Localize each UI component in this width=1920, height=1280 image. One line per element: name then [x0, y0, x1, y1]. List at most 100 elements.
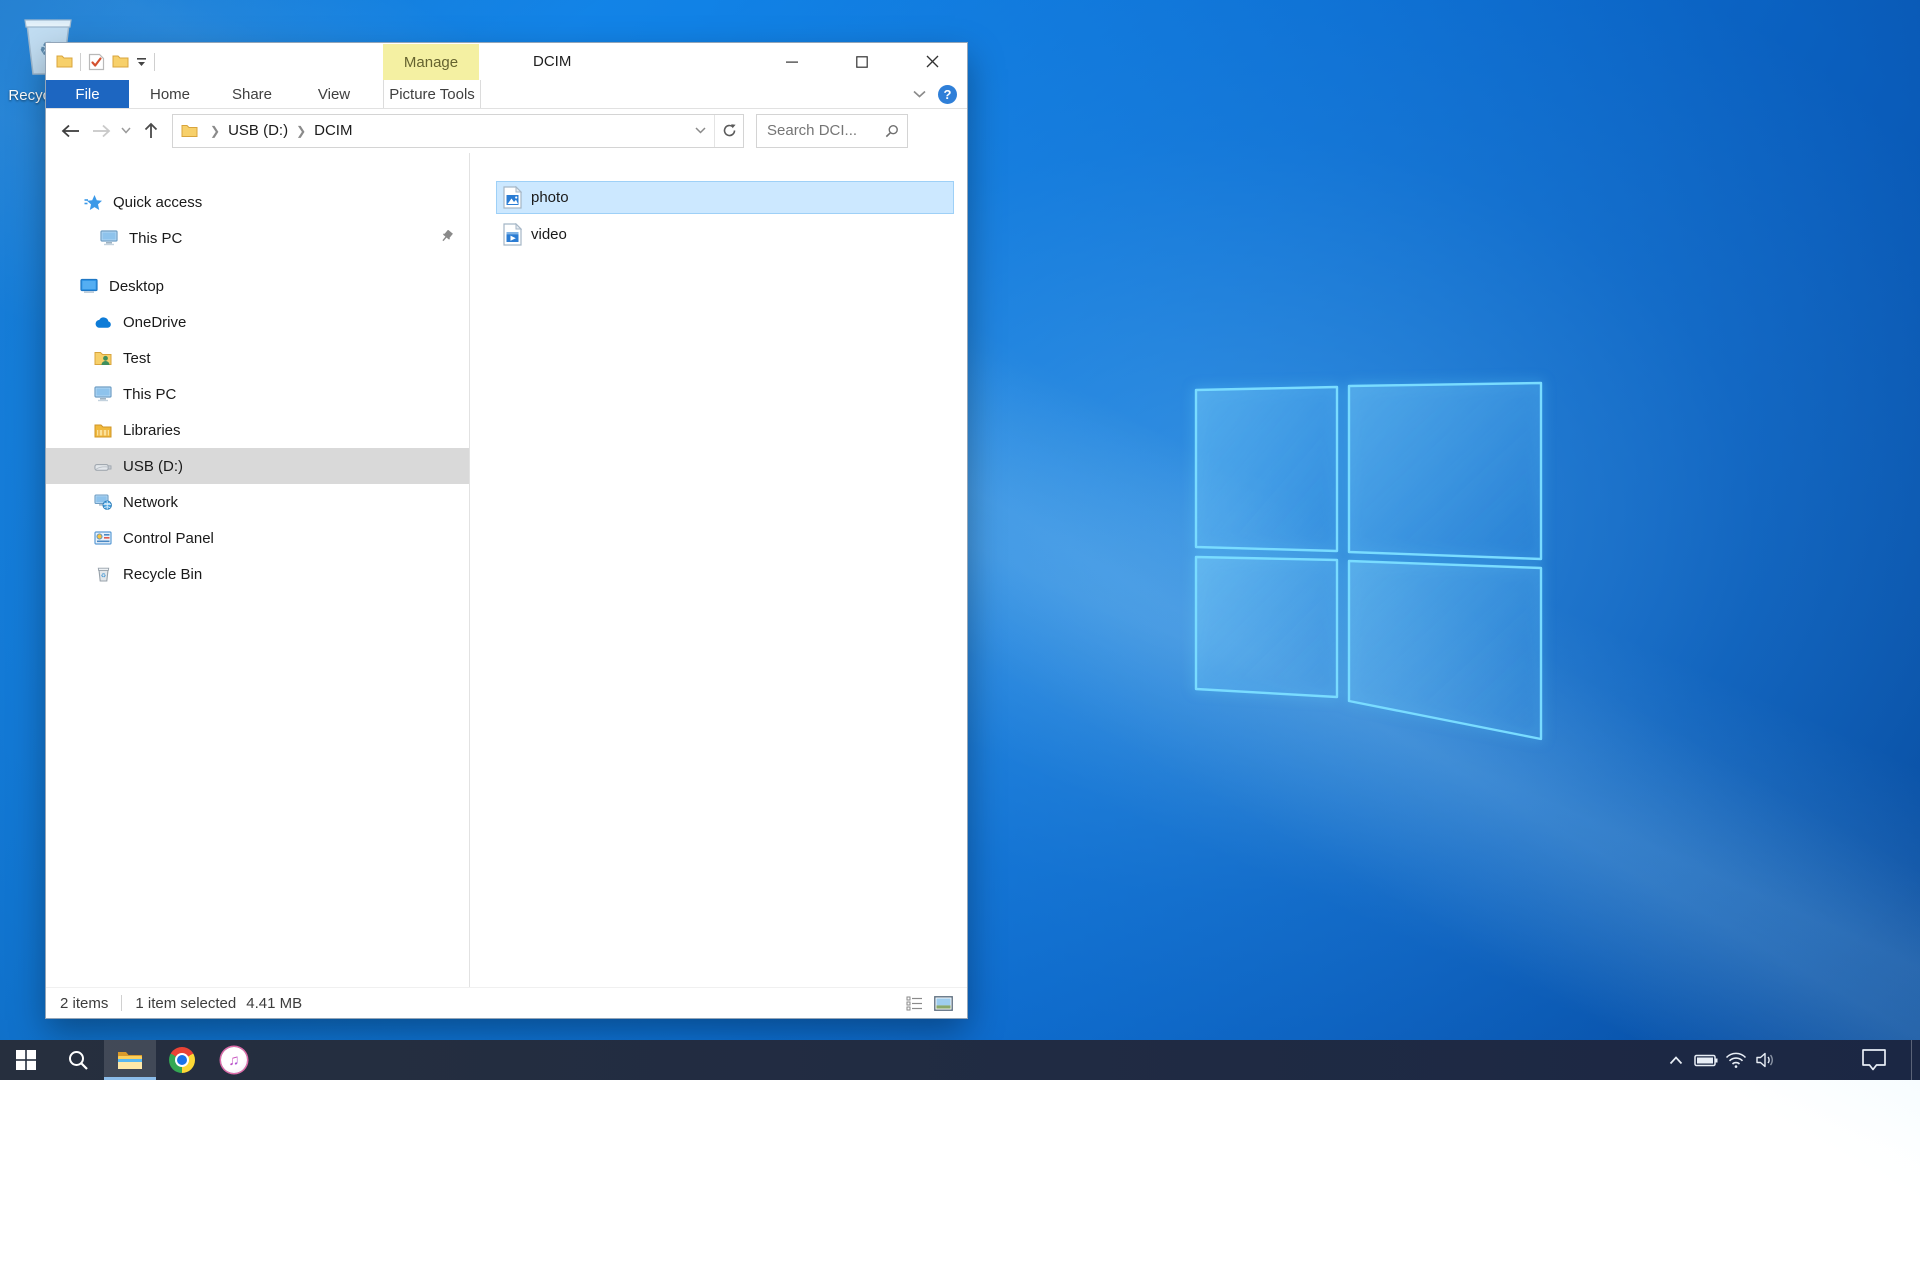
status-item-count: 2 items — [60, 995, 108, 1012]
address-dropdown-button[interactable] — [686, 115, 714, 147]
tab-share[interactable]: Share — [211, 80, 293, 108]
window-title: DCIM — [533, 43, 571, 80]
breadcrumb-folder[interactable]: DCIM — [314, 122, 352, 139]
sidebar-item-quick-access[interactable]: Quick access — [46, 184, 469, 220]
music-note-glyph: ♫ — [228, 1052, 239, 1069]
cloud-icon — [94, 313, 112, 331]
large-thumbnails-view-icon — [934, 996, 953, 1011]
taskbar-file-explorer-button[interactable] — [104, 1040, 156, 1080]
large-thumbnails-view-button[interactable] — [933, 993, 953, 1013]
breadcrumb-chevron-2: ❯ — [288, 124, 314, 138]
sidebar-item-recycle-bin[interactable]: ♻ Recycle Bin — [46, 556, 469, 592]
quick-access-star-icon — [84, 193, 102, 211]
file-name: photo — [531, 189, 569, 206]
monitor-icon — [94, 385, 112, 403]
taskbar-itunes-button[interactable]: ♫ — [208, 1040, 260, 1080]
chevron-up-icon — [1669, 1056, 1683, 1065]
tray-battery-button[interactable] — [1691, 1040, 1721, 1080]
taskbar-chrome-button[interactable] — [156, 1040, 208, 1080]
title-bar[interactable]: Manage DCIM — [46, 43, 967, 80]
address-dropdown-chevron-icon — [695, 127, 706, 134]
file-list-pane[interactable]: photo video — [470, 153, 967, 987]
tab-home[interactable]: Home — [129, 80, 211, 108]
quick-access-toolbar — [56, 43, 155, 80]
taskbar: ♫ — [0, 1040, 1920, 1080]
file-item-photo[interactable]: photo — [496, 181, 954, 214]
sidebar-label: Network — [123, 494, 178, 511]
pin-icon — [440, 230, 453, 247]
address-bar[interactable]: ❯ USB (D:) ❯ DCIM — [172, 114, 744, 148]
help-icon: ? — [944, 87, 952, 102]
show-desktop-button[interactable] — [1911, 1040, 1920, 1080]
sidebar-item-test-user-folder[interactable]: Test — [46, 340, 469, 376]
sidebar-item-network[interactable]: Network — [46, 484, 469, 520]
taskbar-search-button[interactable] — [52, 1040, 104, 1080]
network-icon — [94, 493, 112, 511]
taskbar-search-icon — [67, 1049, 89, 1071]
help-button[interactable]: ? — [938, 85, 957, 104]
forward-button[interactable] — [86, 114, 116, 148]
sidebar-item-control-panel[interactable]: Control Panel — [46, 520, 469, 556]
search-input[interactable] — [765, 121, 885, 140]
image-file-icon — [503, 186, 522, 209]
manage-contextual-tab[interactable]: Manage — [383, 44, 479, 80]
search-box[interactable] — [756, 114, 908, 148]
sidebar-item-desktop[interactable]: Desktop — [46, 268, 469, 304]
up-button[interactable] — [136, 114, 166, 148]
system-tray — [1661, 1040, 1920, 1080]
details-view-button[interactable] — [904, 993, 924, 1013]
properties-button-icon[interactable] — [88, 53, 105, 71]
status-separator — [121, 995, 122, 1011]
close-button[interactable] — [897, 43, 967, 80]
magnifier-icon[interactable] — [885, 123, 899, 139]
volume-icon — [1756, 1052, 1776, 1068]
sidebar-item-this-pc[interactable]: This PC — [46, 376, 469, 412]
minimize-button[interactable] — [757, 43, 827, 80]
sidebar-label: OneDrive — [123, 314, 186, 331]
tab-view[interactable]: View — [293, 80, 375, 108]
sidebar-item-usb-drive[interactable]: USB (D:) — [46, 448, 469, 484]
recycle-bin-small-icon: ♻ — [94, 565, 112, 583]
user-folder-icon — [94, 349, 112, 367]
expand-ribbon-chevron-icon[interactable] — [913, 90, 926, 98]
action-center-button[interactable] — [1859, 1040, 1889, 1080]
ribbon-controls: ? — [913, 80, 957, 108]
maximize-button[interactable] — [827, 43, 897, 80]
tab-picture-tools[interactable]: Picture Tools — [383, 80, 481, 108]
tray-wifi-button[interactable] — [1721, 1040, 1751, 1080]
sidebar-label: This PC — [123, 386, 176, 403]
refresh-icon — [722, 123, 737, 138]
details-view-icon — [906, 996, 923, 1011]
breadcrumb-drive[interactable]: USB (D:) — [228, 122, 288, 139]
address-folder-icon — [181, 124, 198, 138]
file-item-video[interactable]: video — [496, 218, 954, 251]
sidebar-label: Desktop — [109, 278, 164, 295]
wifi-icon — [1725, 1052, 1747, 1068]
tab-file[interactable]: File — [46, 80, 129, 108]
recent-locations-chevron-icon — [121, 127, 131, 134]
recent-locations-button[interactable] — [116, 114, 136, 148]
desktop-monitor-icon — [80, 277, 98, 295]
control-panel-icon — [94, 529, 112, 547]
start-button[interactable] — [0, 1040, 52, 1080]
qat-separator-2 — [154, 53, 155, 71]
back-button[interactable] — [56, 114, 86, 148]
tray-chevron-up-button[interactable] — [1661, 1040, 1691, 1080]
sidebar-label: Control Panel — [123, 530, 214, 547]
itunes-icon: ♫ — [221, 1047, 247, 1073]
file-name: video — [531, 226, 567, 243]
sidebar-item-this-pc-pinned[interactable]: This PC — [46, 220, 469, 256]
new-folder-button-icon[interactable] — [112, 54, 129, 69]
svg-text:♻: ♻ — [100, 573, 105, 580]
sidebar-item-onedrive[interactable]: OneDrive — [46, 304, 469, 340]
action-center-icon — [1861, 1048, 1887, 1072]
tray-volume-button[interactable] — [1751, 1040, 1781, 1080]
libraries-folder-icon — [94, 421, 112, 439]
sidebar-item-libraries[interactable]: Libraries — [46, 412, 469, 448]
customize-qat-dropdown-icon[interactable] — [136, 57, 147, 67]
sidebar-label: USB (D:) — [123, 458, 183, 475]
back-arrow-icon — [61, 124, 81, 138]
ribbon-tab-row: File Home Share View Picture Tools ? — [46, 80, 967, 109]
close-icon — [926, 55, 939, 68]
refresh-button[interactable] — [714, 115, 743, 147]
